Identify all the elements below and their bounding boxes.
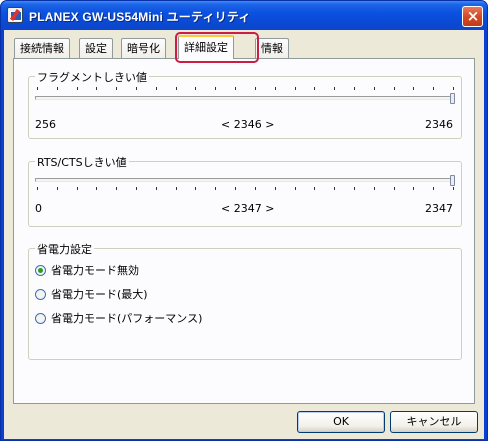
tab-label: 接続情報 [20,42,64,55]
fragment-threshold-label: フラグメントしきい値 [35,69,149,85]
app-window: PLANEX GW-US54Mini ユーティリティ × 接続情報 設定 暗号化… [0,0,488,441]
slider-tick [314,87,316,90]
fragment-max-value: 2346 [425,118,453,131]
rts-threshold-group: RTS/CTSしきい値 0 < 2347 > 2347 [28,154,462,227]
slider-tick [56,87,58,90]
slider-tick [116,87,118,90]
tab-label: 設定 [85,42,107,55]
slider-tick [433,87,435,90]
network-adapter-icon[interactable] [7,7,23,23]
rts-min-value: 0 [35,202,42,215]
slider-tick [254,87,256,90]
slider-tick [116,187,118,190]
power-save-label: 省電力設定 [35,241,94,257]
slider-tick [334,87,336,90]
slider-tick [136,187,138,190]
tab-info[interactable]: 情報 [255,38,289,58]
dialog-body: 接続情報 設定 暗号化 詳細設定 情報 フラグメントしきい値 256 < 234… [4,30,484,439]
slider-tick [96,187,98,190]
slider-tick [353,87,355,90]
slider-tick [274,187,276,190]
slider-tick [353,187,355,190]
fragment-threshold-slider-thumb[interactable] [450,93,455,104]
slider-tick [294,87,296,90]
close-icon: × [466,7,480,25]
slider-tick [433,187,435,190]
power-save-option-label: 省電力モード(パフォーマンス) [51,312,203,325]
slider-tick [175,87,177,90]
tab-label: 情報 [261,42,283,55]
fragment-min-value: 256 [35,118,56,131]
fragment-threshold-group: フラグメントしきい値 256 < 2346 > 2346 [28,69,462,139]
slider-tick [393,187,395,190]
slider-tick [155,87,157,90]
tab-panel-advanced: フラグメントしきい値 256 < 2346 > 2346 RTS/CTSしきい値… [13,58,475,404]
tab-label: 暗号化 [127,42,160,55]
slider-tick [235,187,237,190]
slider-tick [76,87,78,90]
slider-tick [413,187,415,190]
rts-threshold-label: RTS/CTSしきい値 [35,154,129,170]
rts-current-value: < 2347 > [221,202,275,215]
window-title: PLANEX GW-US54Mini ユーティリティ [29,10,251,24]
tab-advanced-settings[interactable]: 詳細設定 [178,35,234,59]
slider-tick [274,87,276,90]
slider-tick [254,187,256,190]
slider-tick [373,187,375,190]
slider-tick [215,187,217,190]
rts-threshold-slider-track[interactable] [35,178,455,182]
slider-tick [76,187,78,190]
radio-unselected-icon[interactable] [35,289,46,300]
fragment-current-value: < 2346 > [221,118,275,131]
slider-tick [393,87,395,90]
radio-selected-icon[interactable] [35,265,46,276]
tab-connection-info[interactable]: 接続情報 [14,38,70,58]
slider-tick [373,87,375,90]
ok-button[interactable]: OK [297,411,385,433]
cancel-button[interactable]: キャンセル [390,411,478,433]
slider-tick [155,187,157,190]
slider-tick [413,87,415,90]
slider-tick [96,87,98,90]
rts-threshold-slider-thumb[interactable] [450,175,455,186]
radio-unselected-icon[interactable] [35,313,46,324]
slider-tick [195,87,197,90]
slider-tick [334,187,336,190]
tab-settings[interactable]: 設定 [79,38,113,58]
slider-tick [314,187,316,190]
slider-tick [235,87,237,90]
slider-tick [294,187,296,190]
power-save-option-label: 省電力モード(最大) [51,288,148,301]
slider-tick [215,87,217,90]
slider-tick [453,187,454,190]
slider-tick [175,187,177,190]
slider-tick [37,187,38,190]
slider-tick [136,87,138,90]
tab-label: 詳細設定 [184,41,228,54]
slider-tick [56,187,58,190]
power-save-option-label: 省電力モード無効 [51,264,139,277]
fragment-threshold-slider-track[interactable] [35,96,455,100]
slider-tick [37,87,38,90]
close-button[interactable]: × [462,6,483,27]
power-save-group: 省電力設定 省電力モード無効 省電力モード(最大) 省電力モード(パフォーマンス… [28,241,462,360]
tab-encryption[interactable]: 暗号化 [121,38,166,58]
title-bar[interactable]: PLANEX GW-US54Mini ユーティリティ × [1,1,487,30]
slider-tick [195,187,197,190]
rts-max-value: 2347 [425,202,453,215]
slider-tick [453,87,454,90]
